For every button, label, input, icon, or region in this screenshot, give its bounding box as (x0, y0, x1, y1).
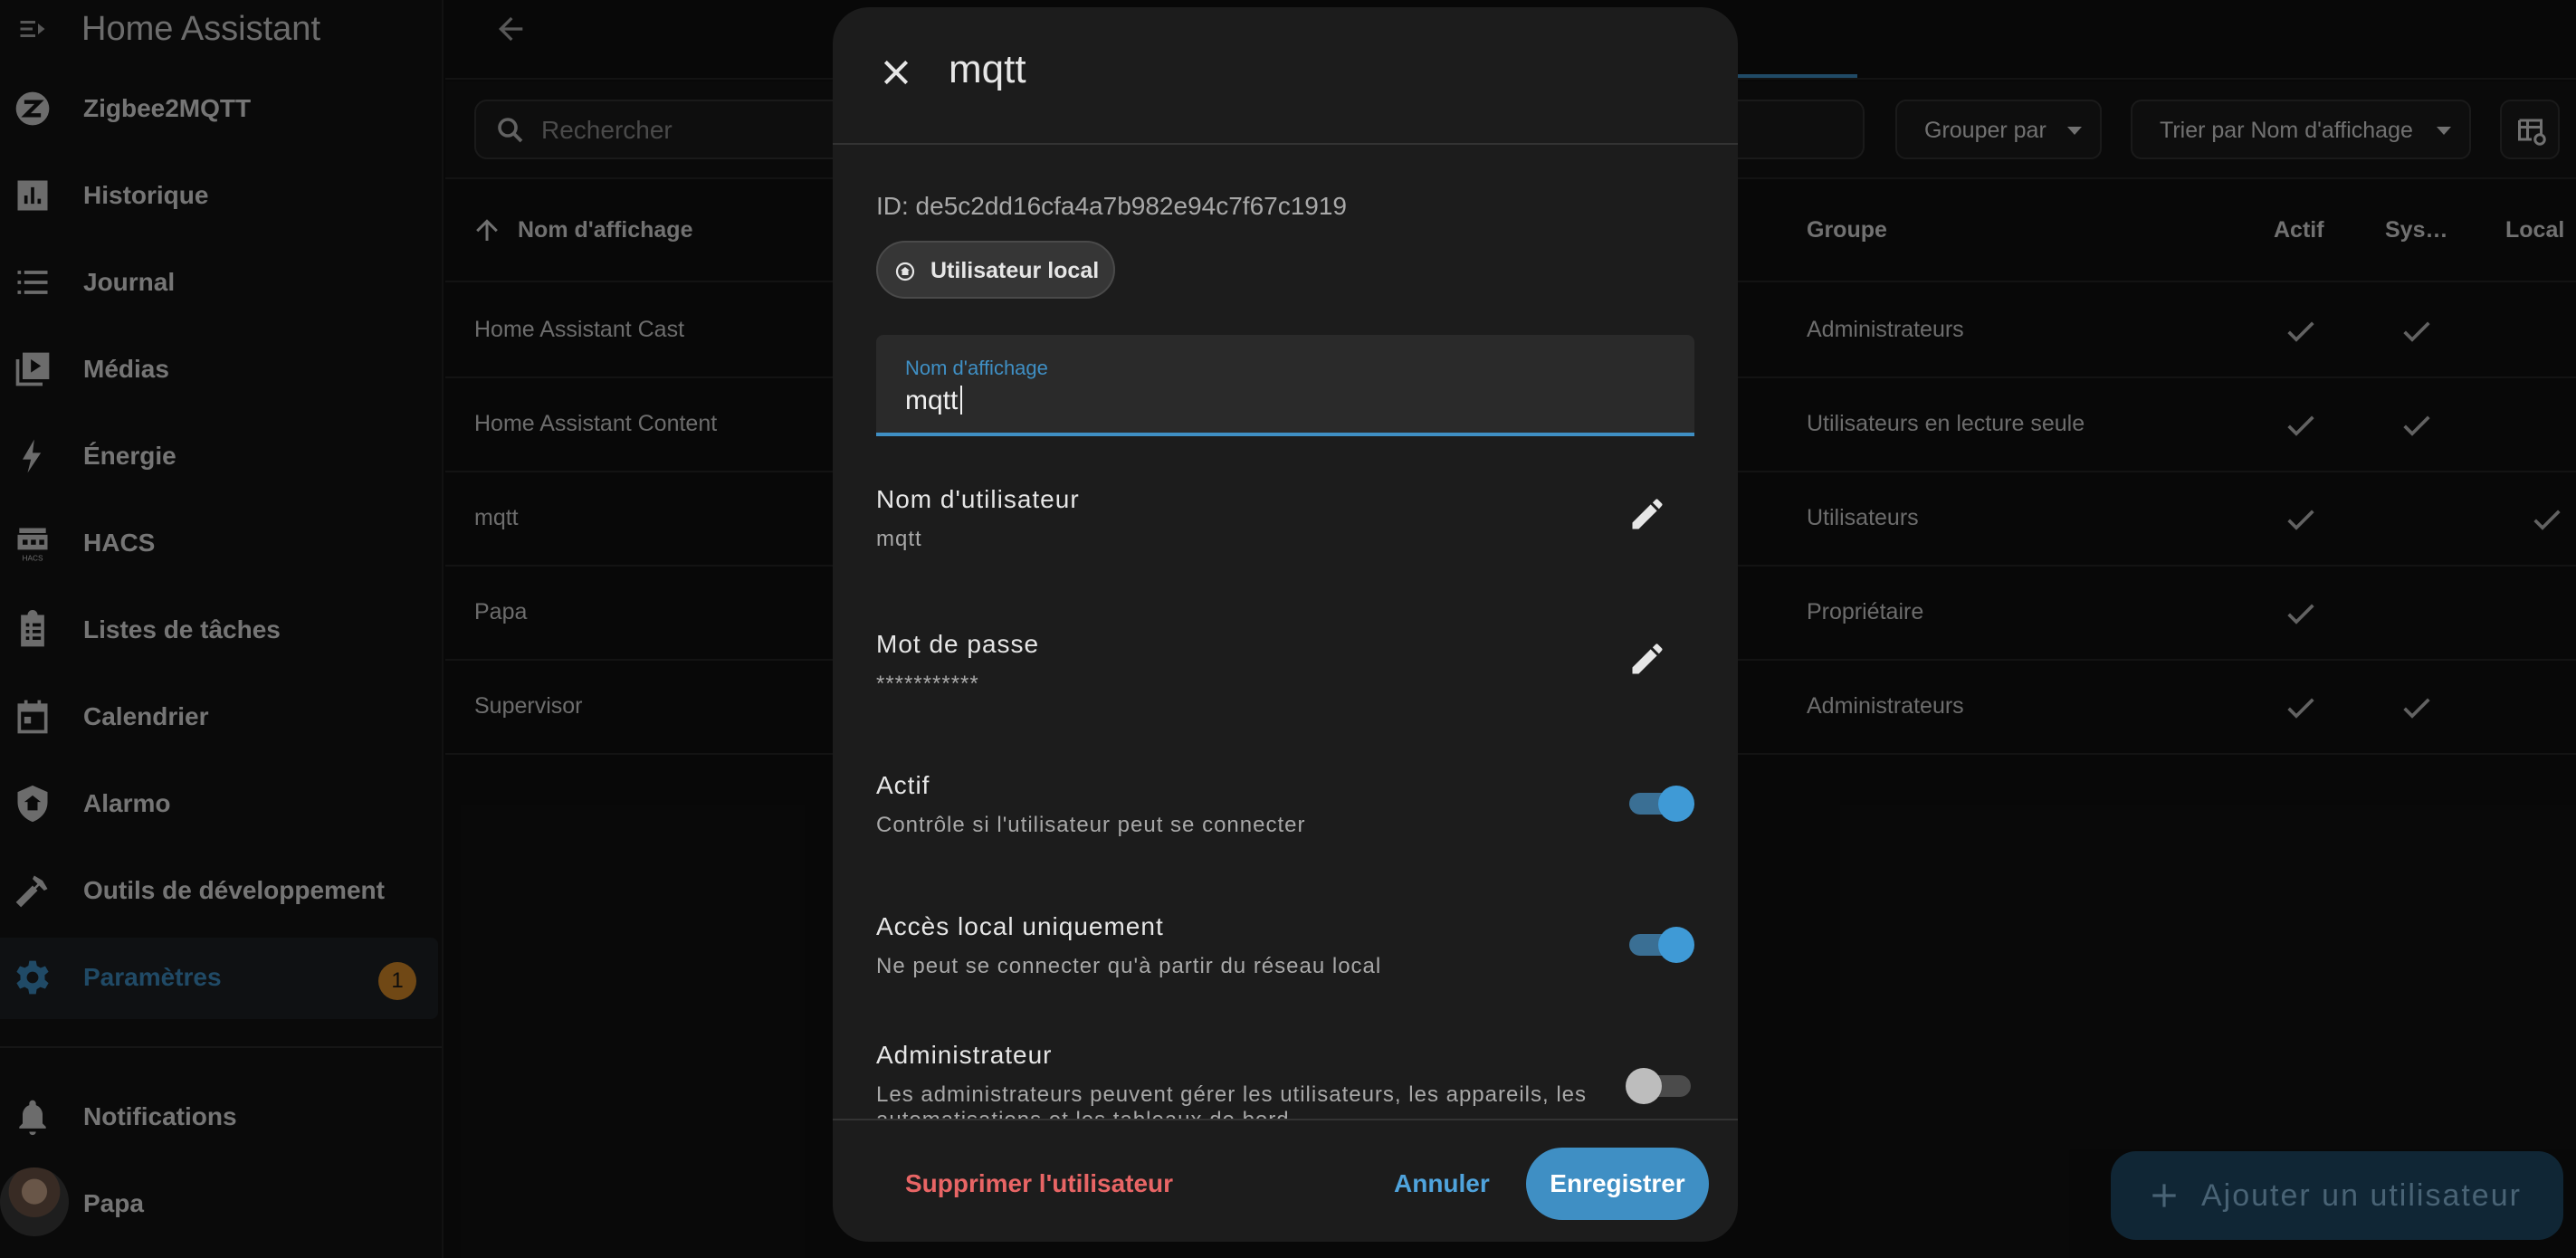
password-title: Mot de passe (876, 630, 1040, 658)
save-button[interactable]: Enregistrer (1526, 1148, 1709, 1220)
display-name-field[interactable]: Nom d'affichage mqtt (876, 335, 1694, 436)
local-only-title: Accès local uniquement (876, 912, 1164, 940)
text-cursor (960, 386, 962, 415)
dialog-content[interactable]: ID: de5c2dd16cfa4a7b982e94c7f67c1919 Uti… (833, 147, 1738, 1119)
password-value: *********** (876, 672, 979, 696)
admin-subtitle-line1: Les administrateurs peuvent gérer les ut… (876, 1082, 1588, 1107)
admin-toggle[interactable] (1626, 1064, 1694, 1108)
toggle-knob (1658, 927, 1694, 963)
toggle-knob (1626, 1068, 1662, 1104)
pencil-icon[interactable] (1627, 639, 1667, 679)
username-title: Nom d'utilisateur (876, 485, 1080, 513)
cancel-button[interactable]: Annuler (1394, 1169, 1490, 1198)
dialog-title: mqtt (949, 47, 1026, 91)
local-user-chip: Utilisateur local (876, 241, 1115, 299)
active-toggle[interactable] (1626, 782, 1694, 825)
admin-subtitle-line2: automatisations et les tableaux de bord (876, 1108, 1290, 1119)
pencil-icon[interactable] (1627, 494, 1667, 534)
user-id-text: ID: de5c2dd16cfa4a7b982e94c7f67c1919 (876, 192, 1347, 220)
toggle-knob (1658, 786, 1694, 822)
delete-user-button[interactable]: Supprimer l'utilisateur (905, 1169, 1173, 1198)
dialog-header: mqtt (833, 7, 1738, 145)
display-name-label: Nom d'affichage (905, 357, 1048, 379)
user-detail-dialog: mqtt ID: de5c2dd16cfa4a7b982e94c7f67c191… (833, 7, 1738, 1242)
home-circle-icon (895, 262, 915, 281)
chip-label: Utilisateur local (930, 258, 1100, 283)
admin-title: Administrateur (876, 1041, 1053, 1069)
local-only-toggle[interactable] (1626, 923, 1694, 967)
display-name-value: mqtt (905, 386, 959, 415)
dialog-footer: Supprimer l'utilisateur Annuler Enregist… (833, 1119, 1738, 1242)
local-only-subtitle: Ne peut se connecter qu'à partir du rése… (876, 954, 1382, 978)
active-title: Actif (876, 771, 930, 799)
close-icon[interactable] (878, 54, 914, 91)
active-subtitle: Contrôle si l'utilisateur peut se connec… (876, 813, 1306, 837)
username-value: mqtt (876, 527, 922, 551)
